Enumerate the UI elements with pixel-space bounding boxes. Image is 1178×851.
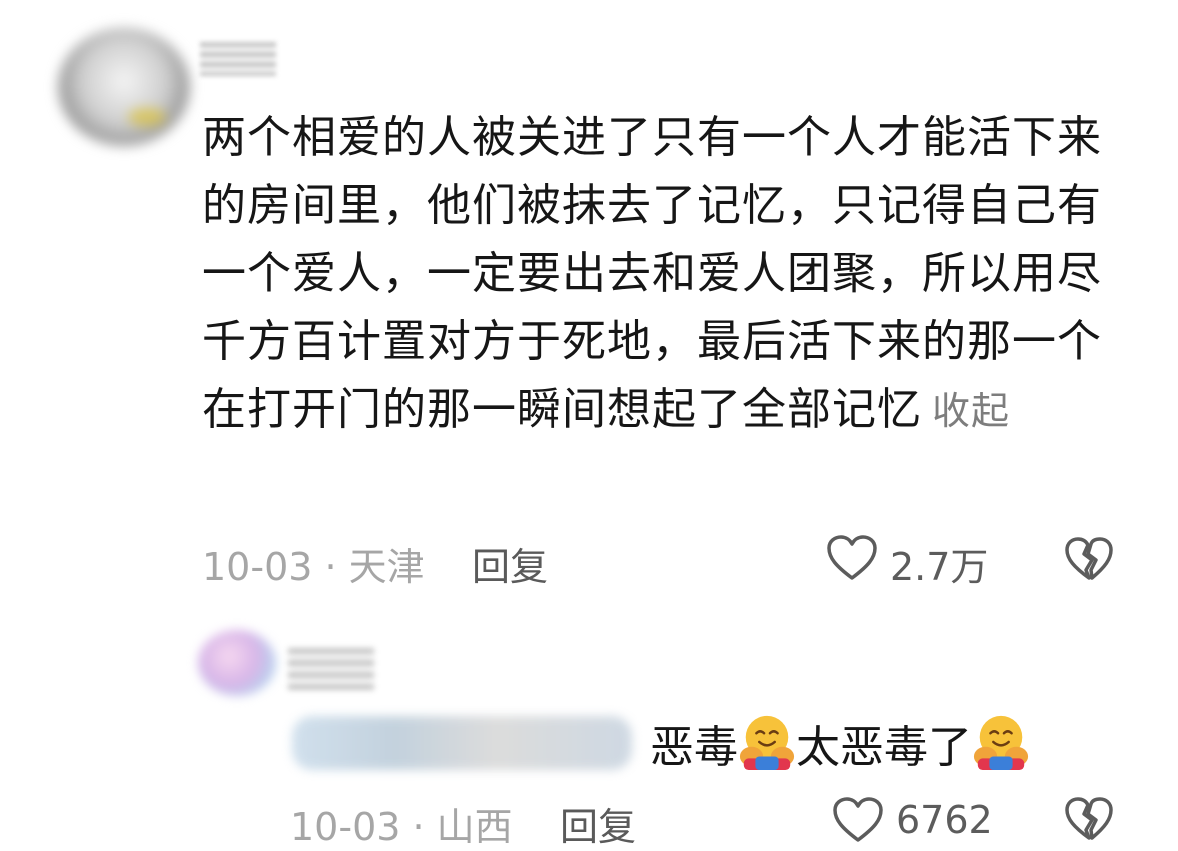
hugging-face-emoji-icon	[739, 715, 795, 770]
collapse-link[interactable]: 收起	[932, 389, 1010, 433]
reply-button[interactable]: 回复	[560, 796, 636, 851]
comment-meta: 10-03 · 山西	[290, 805, 513, 849]
like-count: 6762	[896, 798, 993, 842]
reply-text-part2: 太恶毒了	[796, 722, 972, 773]
broken-heart-icon[interactable]	[1064, 796, 1114, 842]
avatar[interactable]	[58, 28, 190, 146]
broken-heart-icon[interactable]	[1064, 536, 1114, 582]
reply-comment-text: 恶毒 太恶毒了	[650, 712, 1030, 778]
username-blurred[interactable]	[200, 42, 276, 76]
username-blurred[interactable]	[288, 648, 374, 690]
reply-button[interactable]: 回复	[472, 536, 548, 591]
heart-outline-icon[interactable]	[832, 796, 884, 844]
reply-target-blurred	[292, 716, 632, 770]
avatar[interactable]	[198, 630, 276, 696]
comment-meta: 10-03 · 天津	[202, 545, 425, 589]
hugging-face-emoji-icon	[973, 715, 1029, 770]
comment-body: 两个相爱的人被关进了只有一个人才能活下来的房间里，他们被抹去了记忆，只记得自己有…	[202, 112, 1102, 435]
heart-outline-icon[interactable]	[826, 534, 878, 582]
reply-text-part1: 恶毒	[650, 722, 738, 773]
like-count: 2.7万	[890, 545, 989, 589]
comment-text: 两个相爱的人被关进了只有一个人才能活下来的房间里，他们被抹去了记忆，只记得自己有…	[202, 104, 1122, 445]
